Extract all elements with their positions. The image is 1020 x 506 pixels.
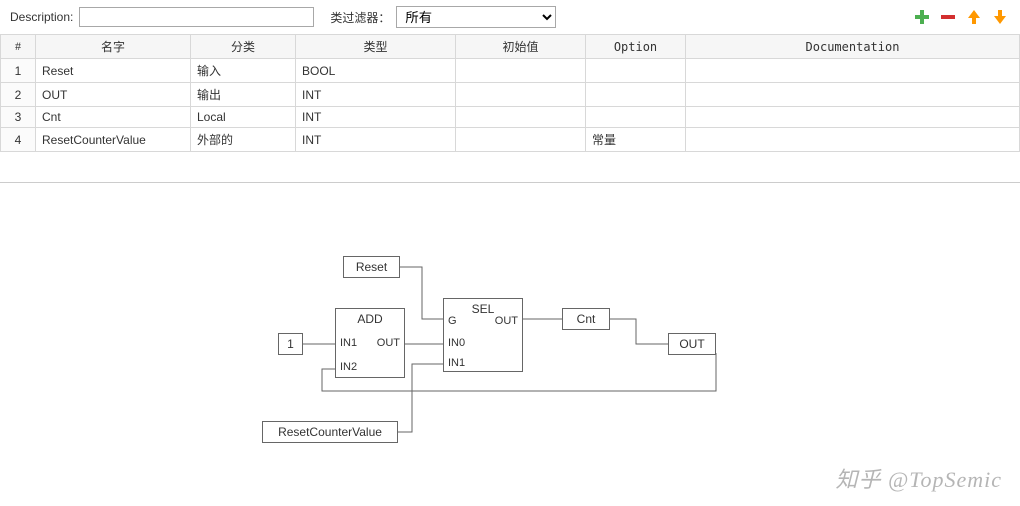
- sel-in1-port: IN1: [444, 357, 469, 369]
- add-block-title: ADD: [336, 309, 404, 328]
- row-option[interactable]: 常量: [586, 128, 686, 152]
- filter-label: 类过滤器：: [330, 9, 390, 26]
- cnt-variable[interactable]: Cnt: [562, 308, 610, 330]
- col-header-doc[interactable]: Documentation: [686, 35, 1020, 59]
- table-row[interactable]: 4ResetCounterValue外部的INT 常量: [1, 128, 1020, 152]
- toolbar: Description: 类过滤器： 所有: [0, 0, 1020, 34]
- arrow-down-icon[interactable]: [990, 7, 1010, 27]
- description-label: Description:: [10, 10, 73, 24]
- row-doc[interactable]: [686, 128, 1020, 152]
- row-initial[interactable]: [456, 128, 586, 152]
- add-icon[interactable]: [912, 7, 932, 27]
- col-header-type[interactable]: 类型: [296, 35, 456, 59]
- col-header-option[interactable]: Option: [586, 35, 686, 59]
- row-num: 3: [1, 107, 36, 128]
- sel-out-port: OUT: [491, 315, 522, 327]
- watermark: 知乎 @TopSemic: [836, 462, 1002, 494]
- col-header-category[interactable]: 分类: [191, 35, 296, 59]
- row-name[interactable]: Cnt: [36, 107, 191, 128]
- row-type[interactable]: INT: [296, 83, 456, 107]
- sel-g-port: G: [444, 315, 461, 327]
- remove-icon[interactable]: [938, 7, 958, 27]
- out-variable[interactable]: OUT: [668, 333, 716, 355]
- row-category[interactable]: 输出: [191, 83, 296, 107]
- table-row[interactable]: 1Reset输入BOOL: [1, 59, 1020, 83]
- table-row[interactable]: 3CntLocalINT: [1, 107, 1020, 128]
- sel-block[interactable]: SEL G IN0 IN1 OUT: [443, 298, 523, 372]
- add-in1-port: IN1: [336, 337, 361, 349]
- row-option[interactable]: [586, 107, 686, 128]
- section-divider: [0, 182, 1020, 183]
- row-name[interactable]: Reset: [36, 59, 191, 83]
- row-category[interactable]: Local: [191, 107, 296, 128]
- resetcountervalue-variable[interactable]: ResetCounterValue: [262, 421, 398, 443]
- row-doc[interactable]: [686, 59, 1020, 83]
- row-name[interactable]: ResetCounterValue: [36, 128, 191, 152]
- row-initial[interactable]: [456, 59, 586, 83]
- description-input[interactable]: [79, 7, 314, 27]
- constant-one[interactable]: 1: [278, 333, 303, 355]
- col-header-initial[interactable]: 初始值: [456, 35, 586, 59]
- row-name[interactable]: OUT: [36, 83, 191, 107]
- row-num: 2: [1, 83, 36, 107]
- row-option[interactable]: [586, 59, 686, 83]
- arrow-up-icon[interactable]: [964, 7, 984, 27]
- row-doc[interactable]: [686, 83, 1020, 107]
- row-option[interactable]: [586, 83, 686, 107]
- sel-in0-port: IN0: [444, 337, 469, 349]
- function-block-diagram[interactable]: 1 Reset ADD IN1 IN2 OUT SEL G IN0 IN1 OU…: [0, 203, 1020, 483]
- variables-table: # 名字 分类 类型 初始值 Option Documentation 1Res…: [0, 34, 1020, 152]
- row-num: 1: [1, 59, 36, 83]
- row-category[interactable]: 外部的: [191, 128, 296, 152]
- row-initial[interactable]: [456, 83, 586, 107]
- row-type[interactable]: INT: [296, 128, 456, 152]
- reset-variable[interactable]: Reset: [343, 256, 400, 278]
- row-type[interactable]: BOOL: [296, 59, 456, 83]
- add-in2-port: IN2: [336, 361, 361, 373]
- row-category[interactable]: 输入: [191, 59, 296, 83]
- row-num: 4: [1, 128, 36, 152]
- row-type[interactable]: INT: [296, 107, 456, 128]
- add-out-port: OUT: [373, 337, 404, 349]
- table-row[interactable]: 2OUT输出INT: [1, 83, 1020, 107]
- add-block[interactable]: ADD IN1 IN2 OUT: [335, 308, 405, 378]
- row-initial[interactable]: [456, 107, 586, 128]
- col-header-num[interactable]: #: [1, 35, 36, 59]
- col-header-name[interactable]: 名字: [36, 35, 191, 59]
- class-filter-select[interactable]: 所有: [396, 6, 556, 28]
- table-header-row: # 名字 分类 类型 初始值 Option Documentation: [1, 35, 1020, 59]
- row-doc[interactable]: [686, 107, 1020, 128]
